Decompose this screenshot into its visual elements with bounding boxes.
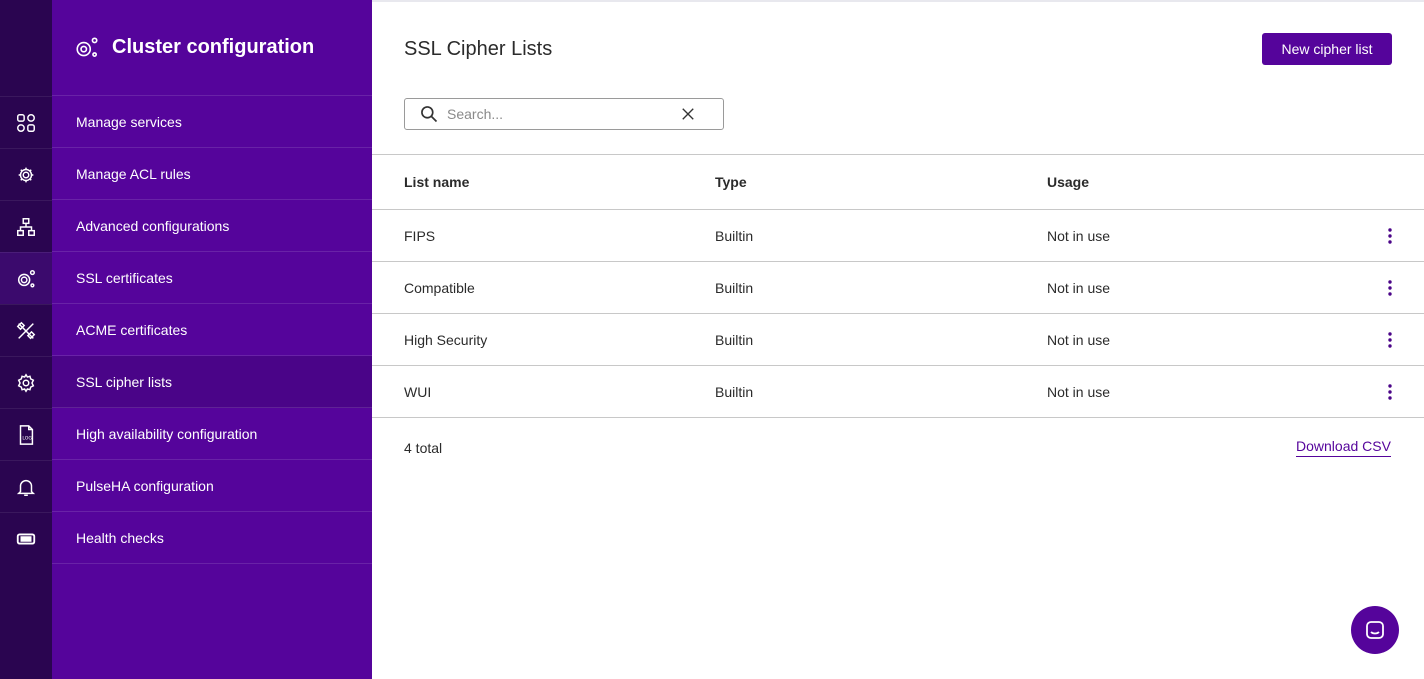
sidebar: Cluster configuration Manage services Ma… [52, 0, 372, 679]
sidebar-header: Cluster configuration [52, 0, 372, 96]
close-icon[interactable] [679, 105, 697, 123]
svg-text:LOG: LOG [22, 435, 32, 441]
cell-list-name: FIPS [404, 227, 436, 244]
cell-type: Builtin [715, 279, 754, 296]
chat-icon [1366, 621, 1384, 639]
table-row[interactable]: WUI Builtin Not in use [372, 365, 1424, 417]
total-count: 4 total [404, 440, 443, 456]
cipher-list-table: List name Type Usage FIPS Builtin Not in… [372, 154, 1424, 418]
table-row[interactable]: High Security Builtin Not in use [372, 313, 1424, 365]
gears-icon [76, 36, 98, 57]
sidebar-item-pulseha[interactable]: PulseHA configuration [52, 460, 372, 512]
bell-icon[interactable] [0, 460, 52, 512]
search-icon [421, 106, 438, 123]
ticket-icon[interactable] [0, 512, 52, 564]
column-header-type[interactable]: Type [715, 155, 747, 209]
more-vert-icon[interactable] [1378, 262, 1402, 313]
gear-icon[interactable] [0, 356, 52, 408]
sidebar-item-manage-acl-rules[interactable]: Manage ACL rules [52, 148, 372, 200]
hierarchy-icon[interactable] [0, 200, 52, 252]
tools-icon[interactable] [0, 304, 52, 356]
table-divider [372, 417, 1424, 418]
sidebar-item-ssl-certificates[interactable]: SSL certificates [52, 252, 372, 304]
cell-list-name: WUI [404, 383, 432, 400]
cell-usage: Not in use [1047, 331, 1111, 348]
chat-button[interactable] [1351, 606, 1399, 654]
table-row[interactable]: FIPS Builtin Not in use [372, 209, 1424, 261]
gears-icon[interactable] [0, 252, 52, 304]
more-vert-icon[interactable] [1378, 314, 1402, 365]
search-box [404, 98, 724, 130]
column-header-list-name[interactable]: List name [404, 155, 469, 209]
sidebar-item-health-checks[interactable]: Health checks [52, 512, 372, 564]
cell-type: Builtin [715, 383, 754, 400]
table-row[interactable]: Compatible Builtin Not in use [372, 261, 1424, 313]
cell-usage: Not in use [1047, 227, 1111, 244]
page-title: SSL Cipher Lists [404, 38, 553, 60]
cell-usage: Not in use [1047, 279, 1111, 296]
sidebar-title: Cluster configuration [112, 36, 315, 58]
more-vert-icon[interactable] [1378, 366, 1402, 417]
cell-list-name: Compatible [404, 279, 475, 296]
main-content: SSL Cipher Lists New cipher list List na… [372, 0, 1424, 679]
cell-list-name: High Security [404, 331, 488, 348]
gear-network-icon[interactable] [0, 148, 52, 200]
cell-usage: Not in use [1047, 383, 1111, 400]
sidebar-item-advanced-configurations[interactable]: Advanced configurations [52, 200, 372, 252]
more-vert-icon[interactable] [1378, 210, 1402, 261]
grid-icon[interactable] [0, 96, 52, 148]
download-csv-link[interactable]: Download CSV [1296, 438, 1391, 457]
column-header-usage[interactable]: Usage [1047, 155, 1089, 209]
sidebar-item-high-availability[interactable]: High availability configuration [52, 408, 372, 460]
cell-type: Builtin [715, 331, 754, 348]
sidebar-item-manage-services[interactable]: Manage services [52, 96, 372, 148]
icon-rail: LOG [0, 0, 52, 679]
new-cipher-list-button[interactable]: New cipher list [1262, 33, 1392, 65]
table-header-row: List name Type Usage [372, 154, 1424, 209]
sidebar-item-ssl-cipher-lists[interactable]: SSL cipher lists [52, 356, 372, 408]
log-file-icon[interactable]: LOG [0, 408, 52, 460]
search-input[interactable] [447, 106, 679, 122]
cell-type: Builtin [715, 227, 754, 244]
sidebar-item-acme-certificates[interactable]: ACME certificates [52, 304, 372, 356]
